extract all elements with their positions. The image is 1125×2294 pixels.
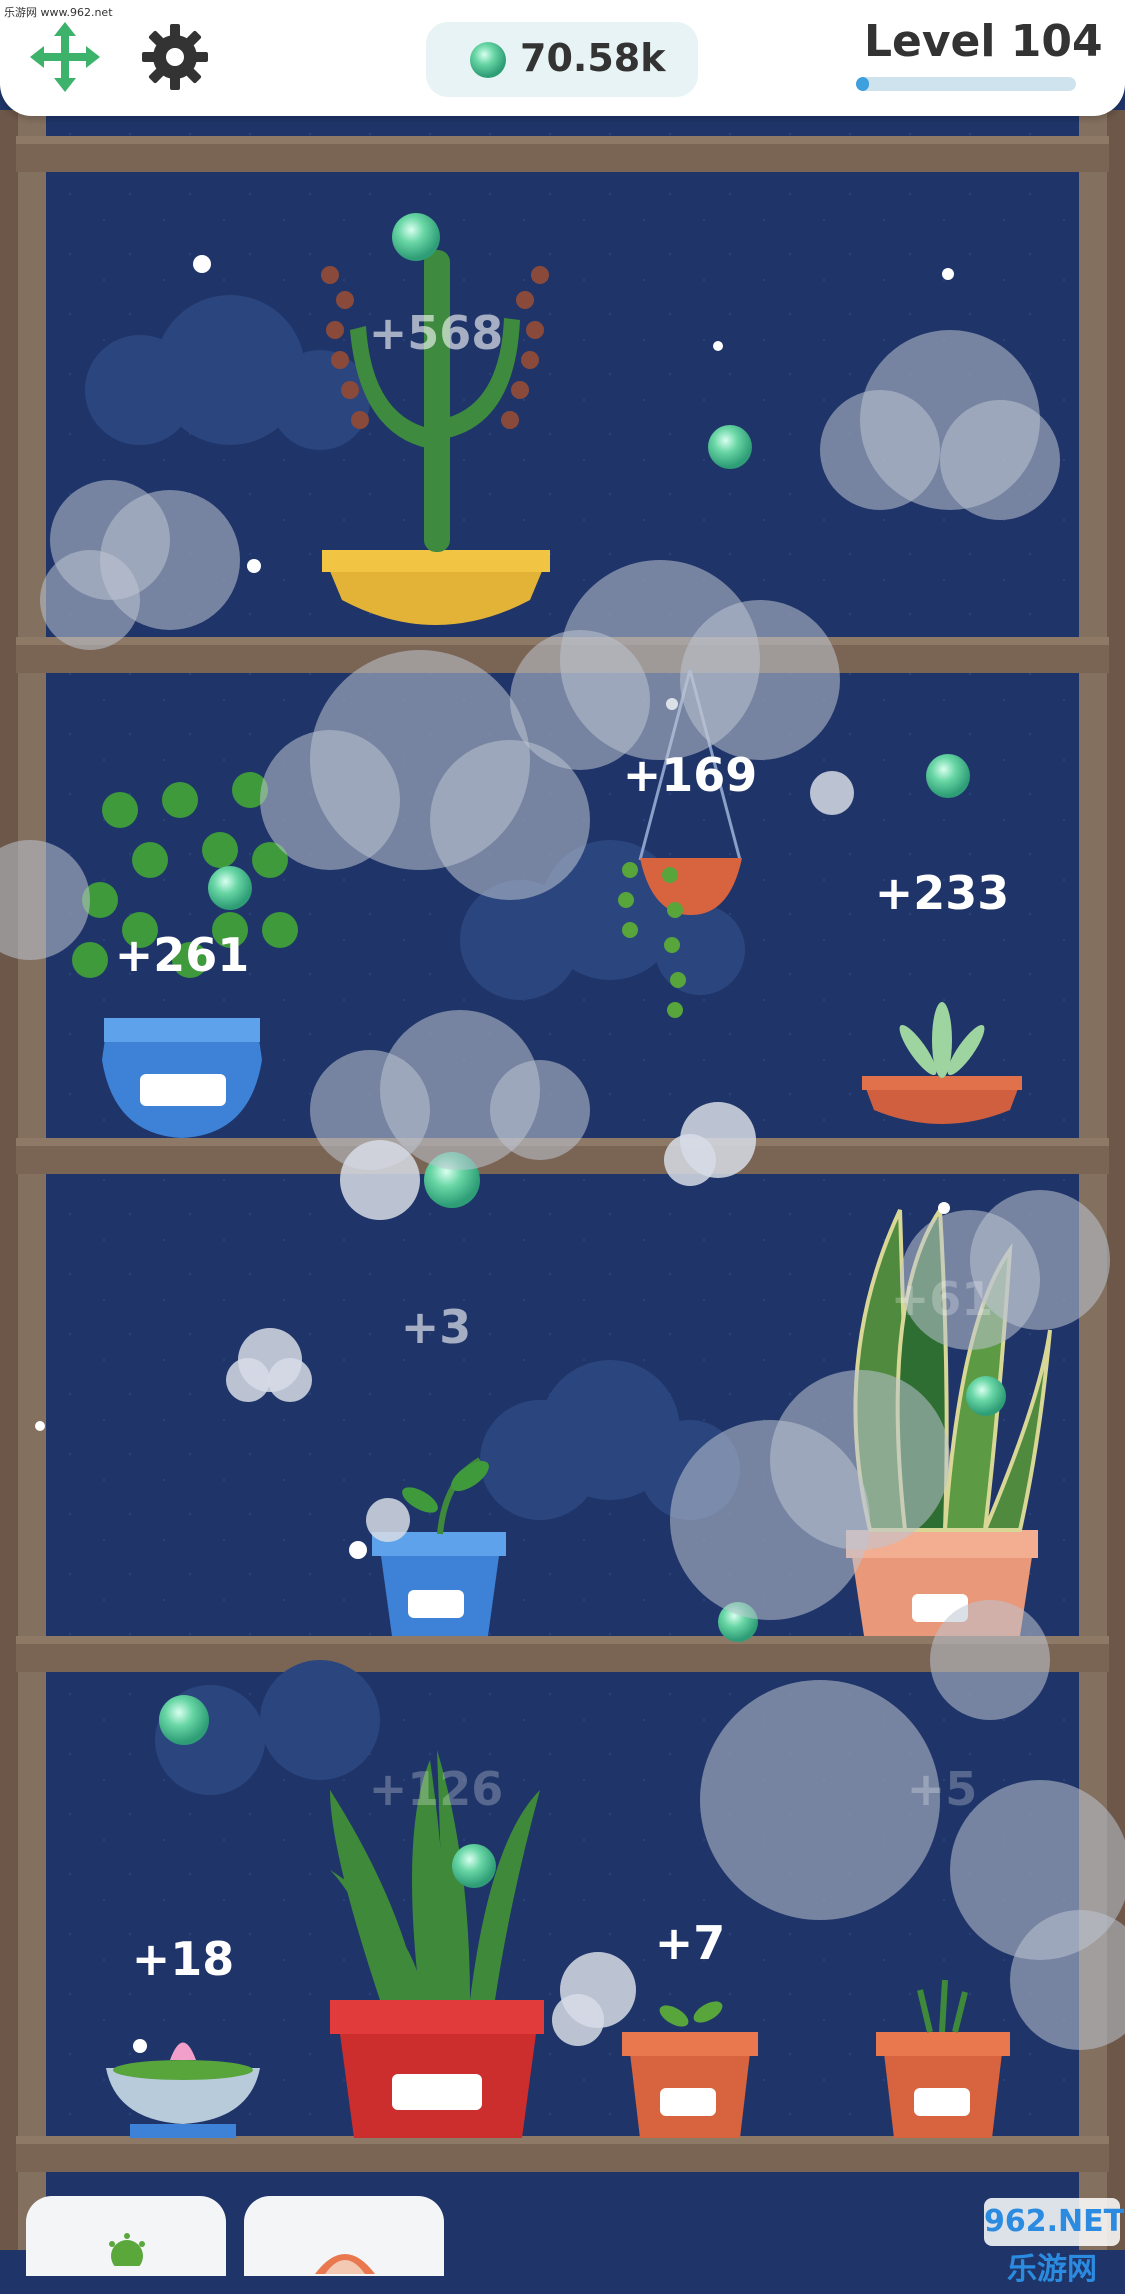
virus-bug-icon — [109, 2233, 145, 2266]
income-label-lotus: +18 — [131, 1932, 235, 1986]
bottom-tab-item[interactable] — [244, 2196, 444, 2276]
bottom-tab-virus[interactable] — [26, 2196, 226, 2276]
orange-item-icon — [315, 2254, 375, 2274]
currency-value: 70.58k — [520, 36, 666, 80]
level-progress-fill — [856, 77, 870, 91]
move-arrows-icon[interactable] — [30, 22, 100, 92]
income-label-fern: +261 — [114, 928, 250, 982]
income-label-aloe: +126 — [368, 1762, 504, 1816]
income-label-grass: +5 — [906, 1762, 978, 1816]
game-scene — [0, 0, 1125, 2250]
income-label-snake: +61 — [890, 1272, 994, 1326]
income-label-succulent: +233 — [874, 866, 1010, 920]
green-gem-icon — [470, 42, 506, 78]
currency-display: 70.58k — [426, 22, 698, 97]
income-label-hanging: +169 — [622, 748, 758, 802]
watermark: 乐游网 www.962.net — [4, 6, 113, 19]
income-label-cactus: +568 — [368, 306, 504, 360]
top-bar: 70.58k Level 104 — [0, 0, 1125, 116]
level-progress-bar — [856, 77, 1076, 91]
income-label-seedling: +7 — [654, 1916, 726, 1970]
income-label-sprout: +3 — [400, 1300, 472, 1354]
corner-logo: 962.NET 乐游网 — [984, 2198, 1124, 2287]
level-label: Level 104 — [864, 16, 1103, 67]
gear-icon[interactable] — [140, 22, 210, 92]
